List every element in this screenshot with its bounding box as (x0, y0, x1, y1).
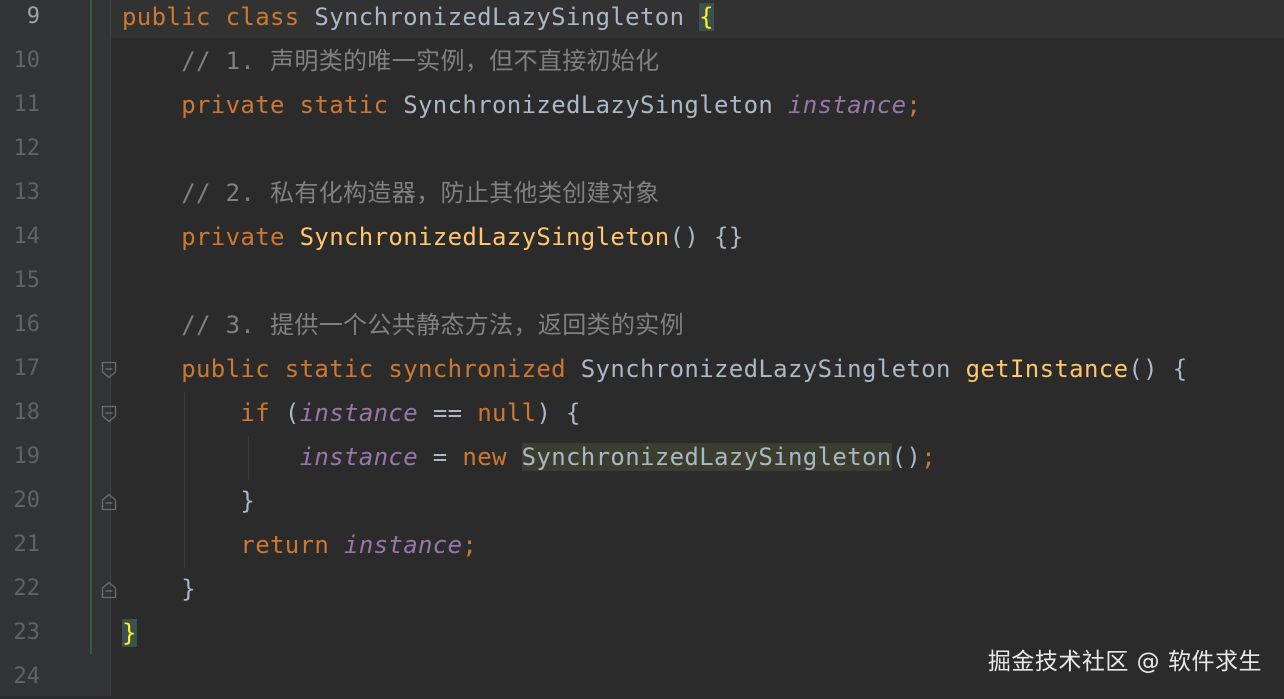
code-token: ; (921, 443, 937, 471)
code-token: getInstance (965, 355, 1129, 383)
code-line[interactable]: public static synchronized SynchronizedL… (122, 347, 1188, 391)
code-token: () (891, 443, 922, 471)
watermark-text: 掘金技术社区 @ 软件求生 (987, 649, 1262, 675)
line-number: 13 (13, 180, 41, 205)
line-number: 17 (13, 356, 41, 381)
code-token: instance (299, 443, 418, 471)
code-token: instance (344, 531, 463, 559)
code-line[interactable]: // 2. 私有化构造器，防止其他类创建对象 (122, 171, 660, 215)
code-line[interactable]: instance = new SynchronizedLazySingleton… (122, 435, 936, 479)
code-token: // 2. 私有化构造器，防止其他类创建对象 (181, 179, 660, 207)
code-line[interactable]: // 1. 声明类的唯一实例，但不直接初始化 (122, 39, 660, 83)
code-token: private (181, 223, 300, 251)
code-token: return (240, 531, 345, 559)
fold-close-icon[interactable] (101, 581, 117, 599)
code-token: SynchronizedLazySingleton (314, 3, 700, 31)
code-token: () { (1128, 355, 1188, 383)
code-line[interactable]: public class SynchronizedLazySingleton { (122, 0, 714, 39)
code-token: // 3. 提供一个公共静态方法，返回类的实例 (181, 311, 684, 339)
code-token: ) { (536, 399, 581, 427)
vcs-change-marker[interactable] (90, 0, 92, 654)
code-line[interactable]: } (122, 611, 137, 655)
code-token: SynchronizedLazySingleton (299, 223, 670, 251)
code-token: } (181, 575, 197, 603)
line-number: 15 (13, 268, 41, 293)
code-token: = (418, 443, 463, 471)
fold-close-icon[interactable] (101, 493, 117, 511)
code-token: if (240, 399, 285, 427)
fold-open-icon[interactable] (101, 405, 117, 423)
code-token: new (462, 443, 522, 471)
line-number: 10 (13, 48, 41, 73)
line-number: 12 (13, 136, 41, 161)
code-token: ; (462, 531, 478, 559)
code-token: == (418, 399, 478, 427)
line-number: 23 (13, 620, 41, 645)
code-token: public class (122, 3, 315, 31)
line-number: 16 (13, 312, 41, 337)
line-number: 24 (13, 664, 41, 689)
code-token: ; (906, 91, 922, 119)
code-line[interactable]: private SynchronizedLazySingleton() {} (122, 215, 744, 259)
code-line[interactable]: } (122, 567, 196, 611)
line-number: 20 (13, 488, 41, 513)
code-token: } (240, 487, 256, 515)
line-number: 22 (13, 576, 41, 601)
code-line[interactable]: if (instance == null) { (122, 391, 581, 435)
code-token: instance (787, 91, 907, 119)
line-number: 19 (13, 444, 41, 469)
code-token: () {} (669, 223, 744, 251)
code-token: SynchronizedLazySingleton (521, 443, 892, 471)
code-line[interactable]: // 3. 提供一个公共静态方法，返回类的实例 (122, 303, 684, 347)
code-token: } (122, 619, 137, 647)
code-token: SynchronizedLazySingleton (403, 91, 788, 119)
code-line[interactable]: private static SynchronizedLazySingleton… (122, 83, 921, 127)
line-number: 11 (13, 92, 41, 117)
code-token: instance (299, 399, 419, 427)
code-token: null (477, 399, 537, 427)
code-token: public static synchronized (181, 355, 581, 383)
line-number: 21 (13, 532, 41, 557)
code-token: ( (284, 399, 300, 427)
code-line[interactable]: return instance; (122, 523, 477, 567)
code-token: { (699, 3, 714, 31)
fold-open-icon[interactable] (101, 361, 117, 379)
code-editor[interactable]: 9 10 11 12 13 14 15 16 17 18 19 20 21 22 23 24 public c… (0, 0, 1284, 696)
code-token: private static (181, 91, 404, 119)
line-number: 9 (26, 4, 40, 29)
line-number: 18 (13, 400, 41, 425)
code-line[interactable]: } (122, 479, 255, 523)
code-token: // 1. 声明类的唯一实例，但不直接初始化 (181, 47, 660, 75)
code-token: SynchronizedLazySingleton (580, 355, 966, 383)
line-number: 14 (13, 224, 41, 249)
